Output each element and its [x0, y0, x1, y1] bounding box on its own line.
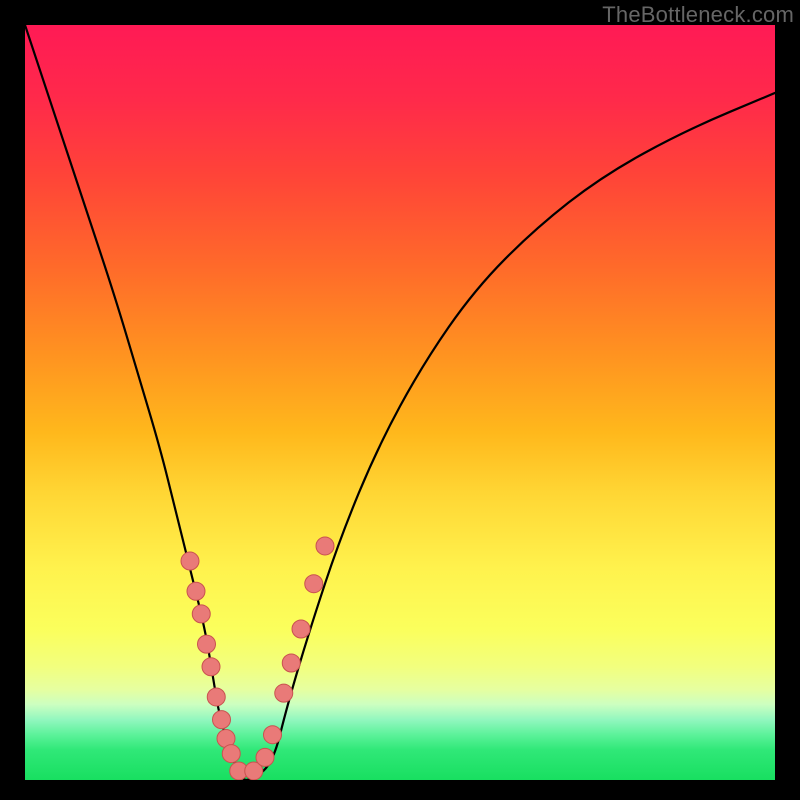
curve-marker — [207, 688, 225, 706]
curve-marker — [222, 745, 240, 763]
curve-marker — [202, 658, 220, 676]
curve-marker — [275, 684, 293, 702]
curve-markers — [181, 537, 334, 780]
watermark-text: TheBottleneck.com — [602, 2, 794, 28]
curve-marker — [316, 537, 334, 555]
chart-frame — [25, 25, 775, 780]
curve-marker — [187, 582, 205, 600]
curve-marker — [181, 552, 199, 570]
curve-marker — [198, 635, 216, 653]
bottleneck-curve — [25, 25, 775, 780]
curve-marker — [264, 726, 282, 744]
chart-overlay — [25, 25, 775, 780]
curve-marker — [282, 654, 300, 672]
curve-marker — [256, 748, 274, 766]
curve-marker — [292, 620, 310, 638]
curve-marker — [192, 605, 210, 623]
curve-marker — [305, 575, 323, 593]
curve-marker — [213, 711, 231, 729]
